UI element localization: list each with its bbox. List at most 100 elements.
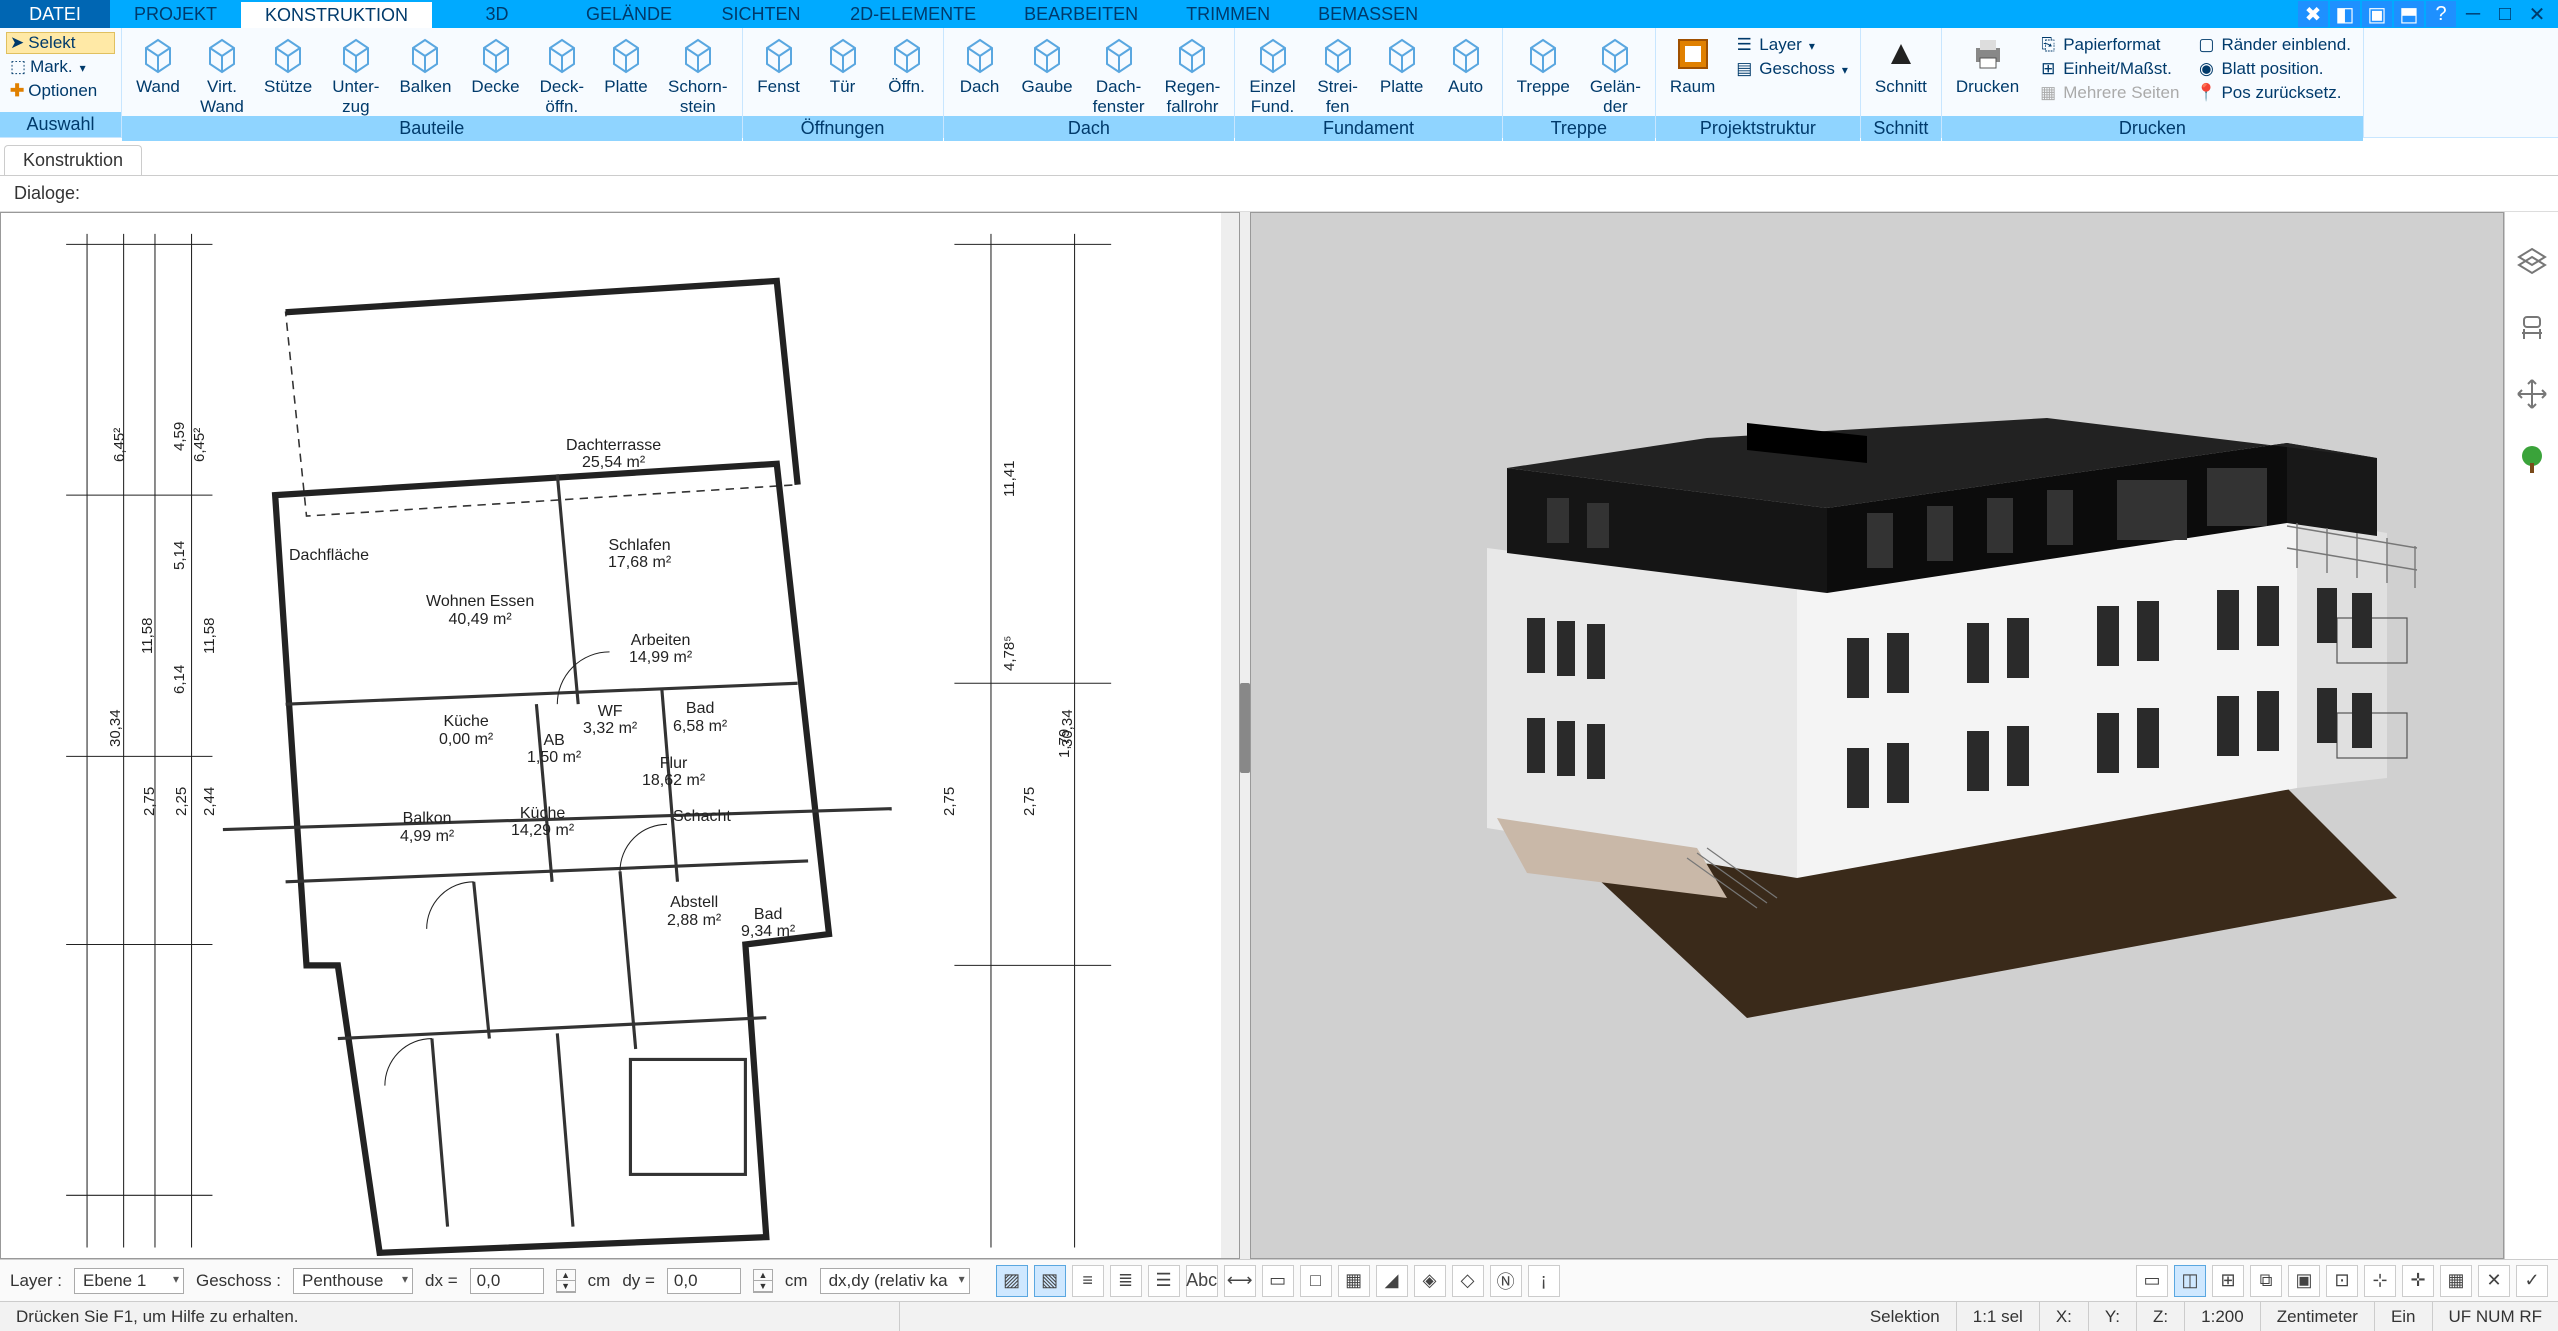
layer-combo[interactable]: Ebene 1 xyxy=(74,1268,184,1294)
dx-input[interactable]: 0,0 xyxy=(470,1268,544,1294)
minimize-icon[interactable]: ─ xyxy=(2458,1,2488,27)
fundament-button-2[interactable]: Platte xyxy=(1370,32,1434,116)
treppe-button-1[interactable]: Gelän-der xyxy=(1580,32,1651,116)
dimension-label: 4,59 xyxy=(171,422,188,451)
blatt-position-button[interactable]: ◉Blatt position. xyxy=(2195,58,2350,80)
menu-projekt[interactable]: PROJEKT xyxy=(110,0,241,28)
bauteile-button-2[interactable]: Stütze xyxy=(254,32,322,116)
dach-button-3[interactable]: Regen-fallrohr xyxy=(1155,32,1231,116)
papierformat-button[interactable]: ⎘Papierformat xyxy=(2037,34,2179,56)
plan-viewport[interactable]: Dachterrasse25,54 m²DachflächeSchlafen17… xyxy=(0,212,1240,1259)
move-icon[interactable] xyxy=(2512,374,2552,414)
splitter[interactable] xyxy=(1240,212,1250,1259)
view-3a-icon[interactable]: ⧉ xyxy=(2250,1265,2282,1297)
snap-end-icon[interactable]: ⊹ xyxy=(2364,1265,2396,1297)
printer-icon xyxy=(1966,32,2010,76)
bauteile-button-4[interactable]: Balken xyxy=(389,32,461,116)
mountain-icon[interactable]: ◢ xyxy=(1376,1265,1408,1297)
layers2-icon[interactable]: ◈ xyxy=(1414,1265,1446,1297)
snap2-icon[interactable]: ▧ xyxy=(1034,1265,1066,1297)
snap-mid-icon[interactable]: ✛ xyxy=(2402,1265,2434,1297)
align-icon[interactable]: ≣ xyxy=(1110,1265,1142,1297)
dy-input[interactable]: 0,0 xyxy=(667,1268,741,1294)
bauteile-button-5[interactable]: Decke xyxy=(461,32,529,116)
tree-icon[interactable] xyxy=(2512,440,2552,480)
layers-icon[interactable] xyxy=(2512,242,2552,282)
lines-icon[interactable]: ≡ xyxy=(1072,1265,1104,1297)
bauteile-button-6[interactable]: Deck-öffn. xyxy=(530,32,594,116)
menu-2delemente[interactable]: 2D-ELEMENTE xyxy=(826,0,1000,28)
dx-spinner[interactable]: ▲▼ xyxy=(556,1269,576,1293)
geschoss-dropdown[interactable]: ▤Geschoss xyxy=(1733,58,1848,80)
menu-bearbeiten[interactable]: BEARBEITEN xyxy=(1000,0,1162,28)
rbtn-label: Deck- xyxy=(540,78,584,96)
view-split-icon[interactable]: ◫ xyxy=(2174,1265,2206,1297)
drucken-button[interactable]: Drucken xyxy=(1946,32,2029,116)
window-icon[interactable]: ▣ xyxy=(2362,1,2392,27)
raum-button[interactable]: Raum xyxy=(1660,32,1725,116)
dim-icon[interactable]: ⟷ xyxy=(1224,1265,1256,1297)
menu-sichten[interactable]: SICHTEN xyxy=(696,0,826,28)
oeffnung-button-1[interactable]: Tür xyxy=(811,32,875,116)
treppe-button-0[interactable]: Treppe xyxy=(1507,32,1580,116)
hatch-icon[interactable]: ▦ xyxy=(1338,1265,1370,1297)
view-3b-icon[interactable]: ▣ xyxy=(2288,1265,2320,1297)
menu-gelaende[interactable]: GELÄNDE xyxy=(562,0,696,28)
pos-reset-button[interactable]: 📍Pos zurücksetz. xyxy=(2195,82,2350,104)
menu-trimmen[interactable]: TRIMMEN xyxy=(1162,0,1294,28)
schnitt-button[interactable]: Schnitt xyxy=(1865,32,1937,116)
bauteile-button-0[interactable]: Wand xyxy=(126,32,190,116)
help-icon[interactable]: ? xyxy=(2426,1,2456,27)
mark-button[interactable]: ⬚ Mark. xyxy=(6,56,115,78)
menu-konstruktion[interactable]: KONSTRUKTION xyxy=(241,0,432,28)
window-icon[interactable]: ⬒ xyxy=(2394,1,2424,27)
einheit-button[interactable]: ⊞Einheit/Maßst. xyxy=(2037,58,2179,80)
text-icon[interactable]: Abc xyxy=(1186,1265,1218,1297)
rect-icon[interactable]: ▭ xyxy=(1262,1265,1294,1297)
align2-icon[interactable]: ☰ xyxy=(1148,1265,1180,1297)
dach-button-2[interactable]: Dach-fenster xyxy=(1083,32,1155,116)
maximize-icon[interactable]: □ xyxy=(2490,1,2520,27)
model-viewport[interactable] xyxy=(1250,212,2504,1259)
tool-icon[interactable]: ✖ xyxy=(2298,1,2328,27)
snap-on2-icon[interactable]: ✓ xyxy=(2516,1265,2548,1297)
diamond-icon[interactable]: ◇ xyxy=(1452,1265,1484,1297)
view-window-icon[interactable]: ⊡ xyxy=(2326,1265,2358,1297)
bauteile-button-3[interactable]: Unter-zug xyxy=(322,32,389,116)
bauteile-button-7[interactable]: Platte xyxy=(594,32,658,116)
rect2-icon[interactable]: □ xyxy=(1300,1265,1332,1297)
select-button[interactable]: ➤ Selekt xyxy=(6,32,115,54)
menu-bemassen[interactable]: BEMASSEN xyxy=(1294,0,1442,28)
fundament-button-0[interactable]: EinzelFund. xyxy=(1239,32,1305,116)
grid-icon[interactable]: ▦ xyxy=(2440,1265,2472,1297)
vertical-scrollbar[interactable] xyxy=(1221,213,1239,1258)
fundament-button-1[interactable]: Strei-fen xyxy=(1306,32,1370,116)
dach-button-0[interactable]: Dach xyxy=(948,32,1012,116)
view-quad-icon[interactable]: ⊞ xyxy=(2212,1265,2244,1297)
mehrere-seiten-button[interactable]: ▦Mehrere Seiten xyxy=(2037,82,2179,104)
snap-off-icon[interactable]: ✕ xyxy=(2478,1265,2510,1297)
north-icon[interactable]: Ⓝ xyxy=(1490,1265,1522,1297)
view-single-icon[interactable]: ▭ xyxy=(2136,1265,2168,1297)
menu-3d[interactable]: 3D xyxy=(432,0,562,28)
coord-mode-combo[interactable]: dx,dy (relativ ka xyxy=(820,1268,970,1294)
layer-dropdown[interactable]: ☰Layer xyxy=(1733,34,1848,56)
options-button[interactable]: ✚ Optionen xyxy=(6,80,115,102)
dach-button-1[interactable]: Gaube xyxy=(1012,32,1083,116)
close-icon[interactable]: ✕ xyxy=(2522,1,2552,27)
raender-button[interactable]: ▢Ränder einblend. xyxy=(2195,34,2350,56)
bauteile-button-1[interactable]: Virt.Wand xyxy=(190,32,254,116)
fundament-button-3[interactable]: Auto xyxy=(1434,32,1498,116)
oeffnung-button-0[interactable]: Fenst xyxy=(747,32,811,116)
geschoss-combo[interactable]: Penthouse xyxy=(293,1268,413,1294)
oeffnung-button-2[interactable]: Öffn. xyxy=(875,32,939,116)
tab-konstruktion[interactable]: Konstruktion xyxy=(4,145,142,175)
window-icon[interactable]: ◧ xyxy=(2330,1,2360,27)
coord-mode-value: dx,dy (relativ ka xyxy=(829,1271,948,1290)
bauteile-button-8[interactable]: Schorn-stein xyxy=(658,32,738,116)
snap-on-icon[interactable]: ▨ xyxy=(996,1265,1028,1297)
info-icon[interactable]: ¡ xyxy=(1528,1265,1560,1297)
chair-icon[interactable] xyxy=(2512,308,2552,348)
menu-datei[interactable]: DATEI xyxy=(0,0,110,28)
dy-spinner[interactable]: ▲▼ xyxy=(753,1269,773,1293)
